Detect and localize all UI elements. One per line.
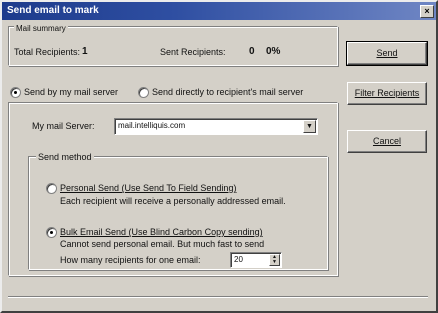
send-method-group xyxy=(28,156,328,270)
cancel-button[interactable]: Cancel xyxy=(347,130,427,153)
bulk-send-label[interactable]: Bulk Email Send (Use Blind Carbon Copy s… xyxy=(60,227,263,237)
personal-send-description: Each recipient will receive a personally… xyxy=(60,196,286,206)
recipients-per-email-stepper[interactable]: 20 ▲ ▼ xyxy=(230,252,282,268)
sent-recipients-label: Sent Recipients: xyxy=(160,47,226,57)
bottom-divider xyxy=(8,296,428,298)
send-directly-radio[interactable] xyxy=(138,87,149,98)
mail-server-label: My mail Server: xyxy=(32,121,95,131)
window-title: Send email to mark xyxy=(7,5,99,16)
chevron-down-icon[interactable]: ▼ xyxy=(303,120,316,133)
recipients-per-email-value: 20 xyxy=(234,255,243,264)
close-icon[interactable]: × xyxy=(420,5,434,18)
sent-percent-value: 0% xyxy=(266,46,281,57)
bulk-send-radio[interactable] xyxy=(46,227,57,238)
cancel-button-label: Cancel xyxy=(372,136,401,146)
total-recipients-label: Total Recipients: xyxy=(14,47,81,57)
send-by-mail-server-label[interactable]: Send by my mail server xyxy=(24,87,118,97)
send-by-mail-server-radio[interactable] xyxy=(10,87,21,98)
sent-recipients-value: 0 xyxy=(249,46,255,57)
personal-send-label[interactable]: Personal Send (Use Send To Field Sending… xyxy=(60,183,236,193)
send-email-dialog: Send email to mark × Mail summary Total … xyxy=(0,0,438,313)
mail-server-combo[interactable]: mail.intelliquis.com ▼ xyxy=(114,118,318,135)
mail-summary-legend: Mail summary xyxy=(14,24,68,33)
spinner-arrows-icon[interactable]: ▲ ▼ xyxy=(269,254,280,266)
send-button-label: Send xyxy=(376,48,398,58)
total-recipients-value: 1 xyxy=(82,46,88,57)
filter-recipients-label: Filter Recipients xyxy=(354,88,420,98)
title-bar[interactable]: Send email to mark × xyxy=(2,2,436,20)
send-directly-label[interactable]: Send directly to recipient's mail server xyxy=(152,87,303,97)
send-button[interactable]: Send xyxy=(346,41,428,66)
filter-recipients-button[interactable]: Filter Recipients xyxy=(347,82,427,105)
personal-send-radio[interactable] xyxy=(46,183,57,194)
recipients-per-email-label: How many recipients for one email: xyxy=(60,255,201,265)
bulk-send-description: Cannot send personal email. But much fas… xyxy=(60,239,265,249)
mail-server-value: mail.intelliquis.com xyxy=(118,121,186,130)
send-method-legend: Send method xyxy=(36,152,94,162)
